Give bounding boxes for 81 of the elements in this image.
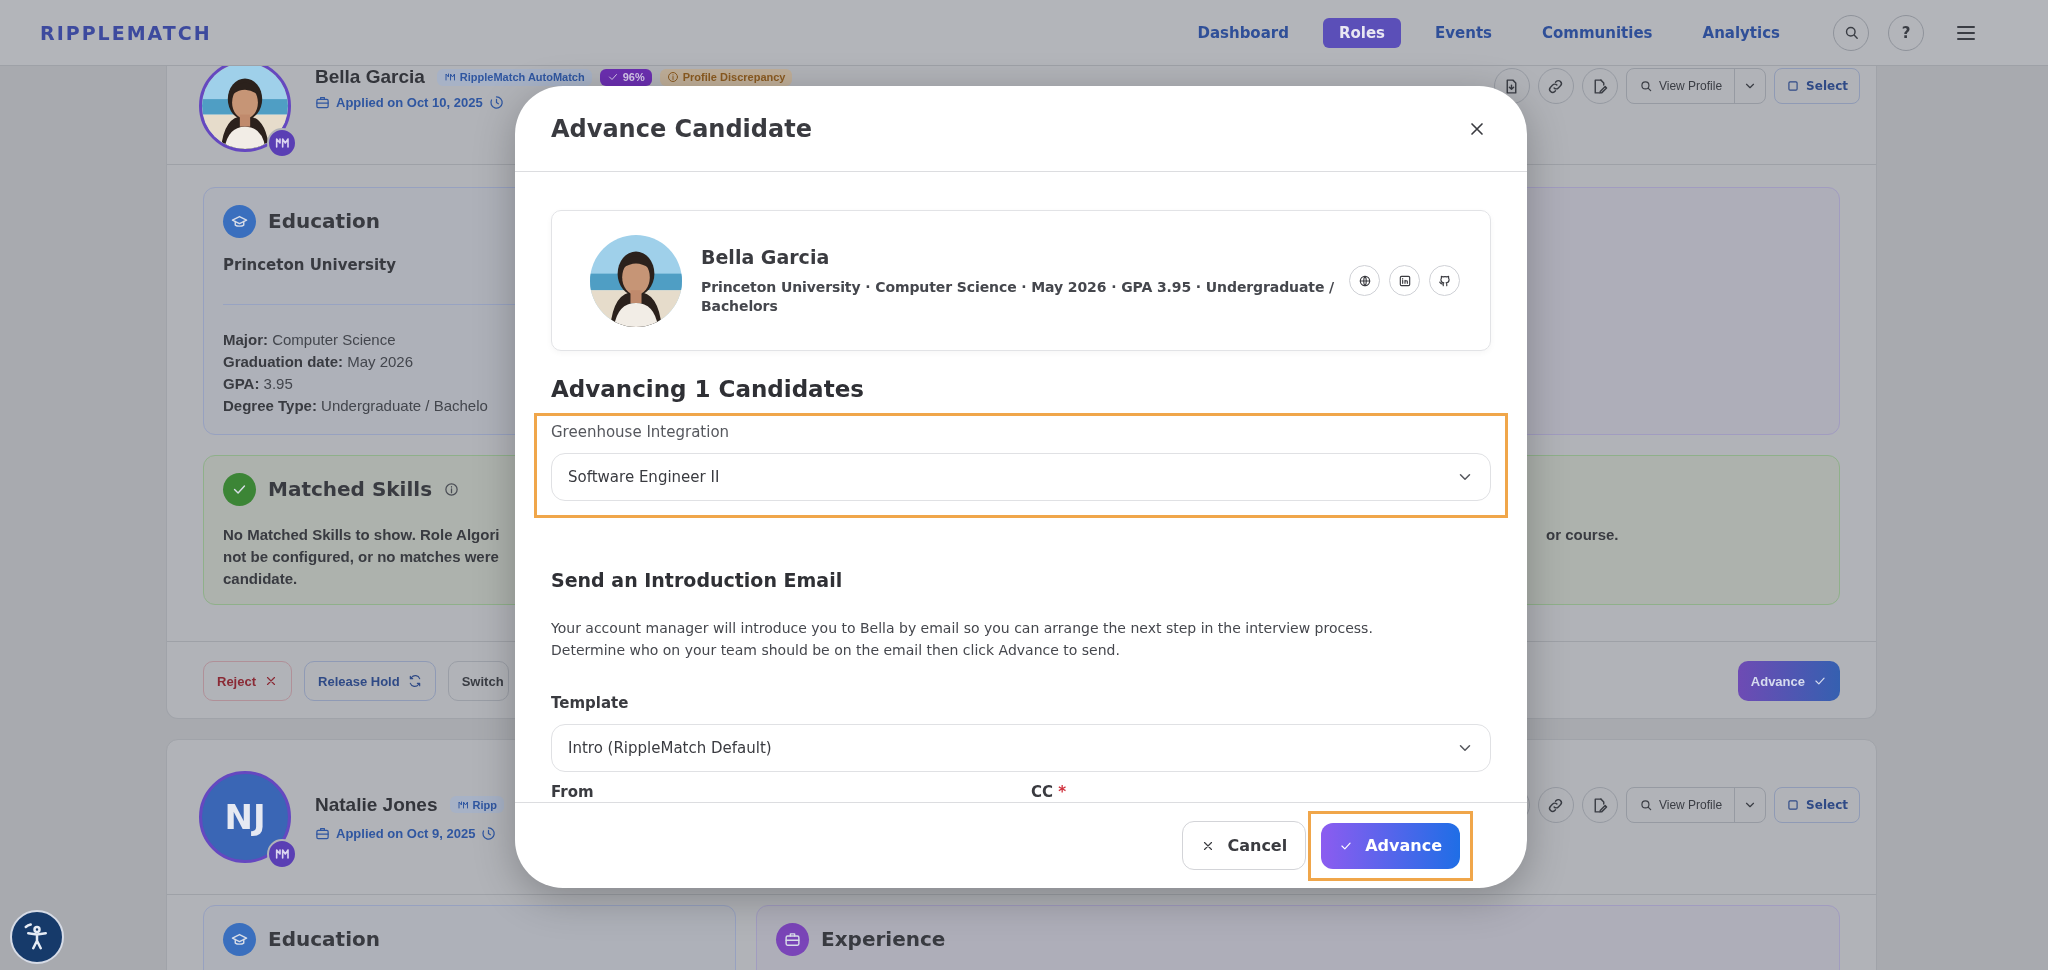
accessibility-button[interactable] [10,910,64,964]
view-profile-button[interactable]: View Profile [1626,788,1736,822]
cancel-button[interactable]: Cancel [1182,821,1307,870]
profile-link-button[interactable] [1349,265,1380,296]
action-button[interactable]: Switch [447,661,509,701]
profile-link-button[interactable] [1429,265,1460,296]
logo[interactable]: RIPPLEMATCH [40,21,212,44]
briefcase-icon [315,825,330,841]
search-icon [1638,79,1653,93]
search-icon [1638,798,1653,812]
education-detail: Graduation date: May 2026 [223,352,414,372]
school-name: Princeton University [223,256,397,274]
required-mark: * [1058,783,1067,801]
panel-title: Experience [821,927,946,951]
skills-text: No Matched Skills to show. Role Algori [223,525,500,545]
tag-label: RippleMatch AutoMatch [459,71,585,83]
icon-button[interactable] [1537,68,1574,104]
education-detail: Degree Type: Undergraduate / Bachelo [223,396,488,416]
cat-logo-icon [1437,273,1452,288]
candidate-name: Bella Garcia [701,245,831,268]
candidate-name: Bella Garcia [315,66,425,88]
education-detail: Major: Computer Science [223,330,396,350]
applied-date: Applied on Oct 9, 2025 [336,825,476,841]
globe-icon [1357,273,1372,288]
checkbox-icon [1786,798,1801,812]
nav-tab[interactable]: Roles [1322,17,1402,48]
skills-text: not be configured, or no matches were [223,547,499,567]
avatar: NJ [199,771,291,863]
nav-tab[interactable]: Dashboard [1181,17,1305,48]
description-text: Your account manager will introduce you to Bella by email so you can arrange the next step in the interview process. Determine who on your team should be on the email then click Advance to send. [551,619,1374,660]
warning-icon [666,71,679,83]
check-icon [606,71,619,83]
education-detail: GPA: 3.95 [223,374,293,394]
field-label: Template [551,693,630,713]
panel-title: Education [268,209,380,233]
tag-label: Profile Discrepancy [682,71,786,83]
nav-tab[interactable]: Analytics [1686,17,1796,48]
template-dropdown[interactable]: Intro (RippleMatch Default) [551,724,1491,772]
section-heading: Send an Introduction Email [551,569,844,591]
zigzag-icon [274,135,290,151]
candidate-name: Natalie Jones [315,793,438,816]
role-dropdown[interactable]: Software Engineer II [551,453,1491,501]
action-button[interactable]: Release Hold [304,661,436,701]
briefcase-icon [784,930,801,948]
clock-icon [488,95,504,110]
select-button[interactable]: Select [1774,787,1860,823]
action-button[interactable]: Reject [203,661,293,701]
section-heading: Advancing 1 Candidates [551,375,865,403]
briefcase-icon [315,95,330,110]
refresh-icon [407,674,422,688]
clock-icon [481,825,497,841]
tag-label: Ripp [472,798,497,811]
nav-tab[interactable]: Communities [1526,17,1669,48]
skills-text: candidate. [223,569,298,589]
panel-title: Education [268,927,380,951]
profile-link-button[interactable] [1389,265,1420,296]
zigzag-icon [443,71,456,83]
advance-button[interactable]: Advance [1321,822,1460,869]
tag-label: 96% [622,71,645,83]
field-label: From [551,782,595,802]
link-icon [1547,77,1565,95]
candidate-details: Princeton University · Computer Science · May 2026 · GPA 3.95 · Undergraduate / Bachelors [701,277,1336,316]
info-icon [444,481,460,497]
link-icon [1547,796,1565,814]
panel-title: Matched Skills [268,477,433,501]
advance-button[interactable]: Advance [1737,661,1840,701]
icon-button[interactable] [1581,787,1618,823]
field-label: CC * [1031,782,1068,802]
zigzag-icon [456,798,469,811]
icon-button[interactable] [1581,68,1618,104]
skills-text: or course. [1546,525,1619,545]
square-logo-icon [1397,273,1412,288]
zigzag-icon [274,846,290,862]
view-profile-button[interactable]: View Profile [1626,69,1736,103]
icon-button[interactable] [1537,787,1574,823]
field-label: Greenhouse Integration [551,422,731,442]
checkbox-icon [1786,79,1801,93]
applied-date: Applied on Oct 10, 2025 [336,95,483,110]
dialog-title: Advance Candidate [551,114,812,143]
select-button[interactable]: Select [1774,68,1860,104]
nav-tab[interactable]: Events [1419,17,1509,48]
